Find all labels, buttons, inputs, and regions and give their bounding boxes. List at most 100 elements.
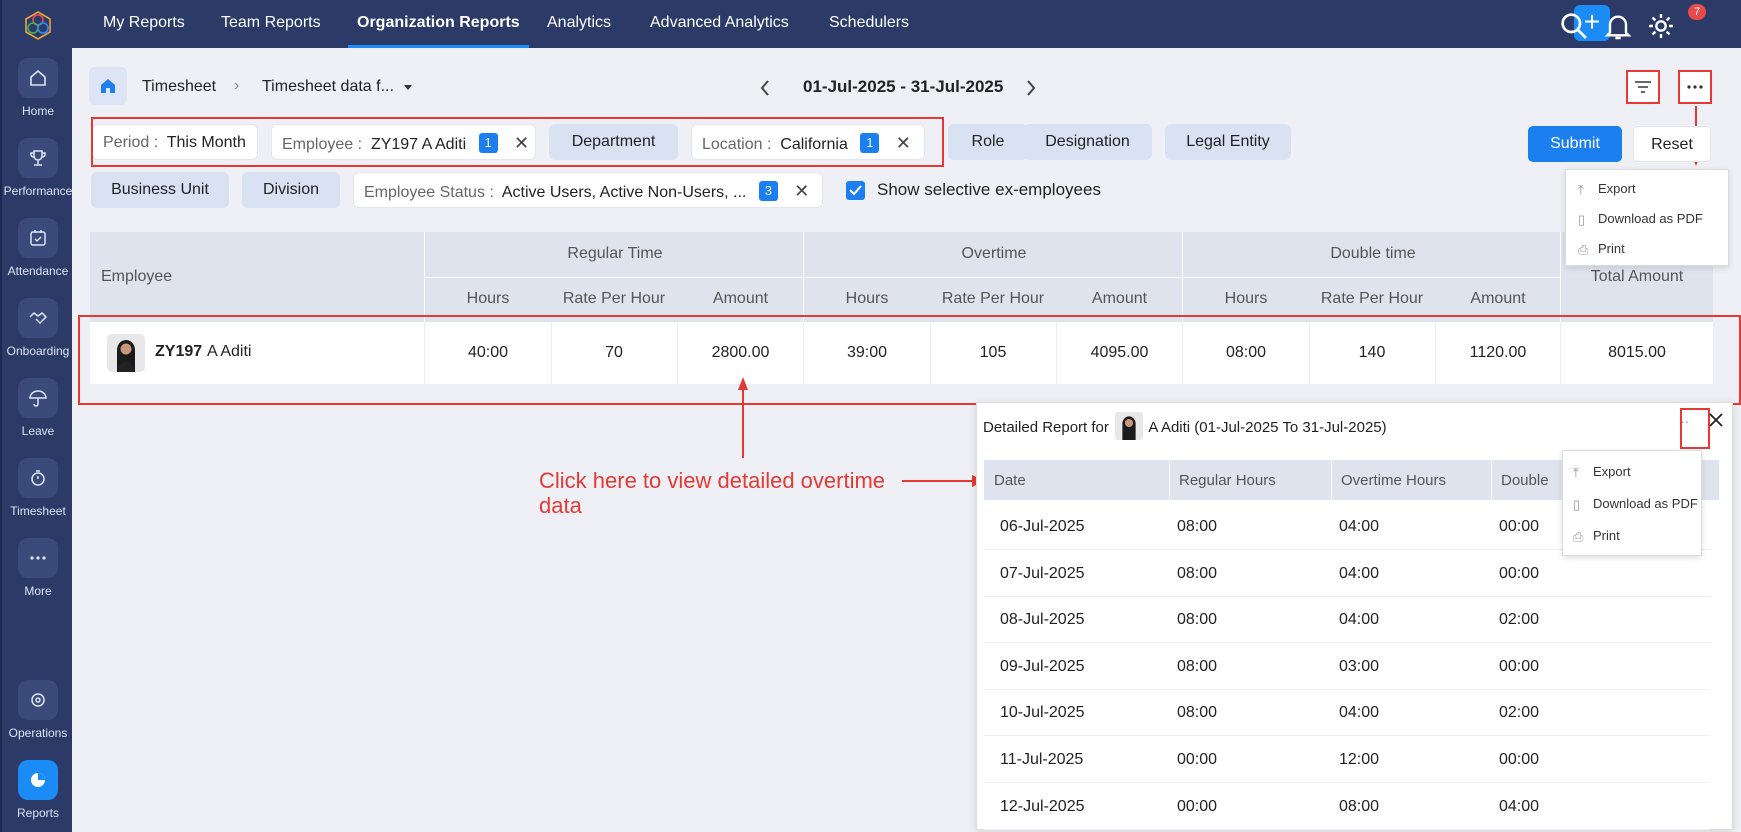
divider (1560, 232, 1561, 322)
table-cell: 00:00 (1177, 797, 1218, 815)
sidebar-item-home[interactable]: Home (2, 58, 74, 118)
sub-header-amount: Amount (1091, 290, 1148, 307)
ex-employees-checkbox[interactable] (846, 181, 865, 200)
count-badge: 3 (758, 181, 778, 201)
table-cell: 00:00 (1499, 751, 1540, 768)
breadcrumb-current[interactable]: Timesheet data f... (262, 78, 394, 96)
menu-item-print[interactable]: ⎙ Print (1573, 528, 1620, 544)
operations-icon (18, 680, 58, 720)
highlight-box (78, 315, 1741, 405)
designation-filter[interactable]: Designation (1023, 124, 1152, 160)
employee-status-filter[interactable]: Employee Status : Active Users, Active N… (353, 172, 823, 208)
table-row: 08-Jul-2025 08:00 04:00 02:00 (984, 597, 1710, 644)
table-cell: 08:00 (1177, 518, 1218, 535)
menu-item-label: Export (1593, 464, 1631, 479)
legal-entity-filter[interactable]: Legal Entity (1165, 124, 1291, 160)
close-icon[interactable]: ✕ (794, 173, 809, 207)
table-row: 07-Jul-2025 08:00 04:00 00:00 (984, 551, 1710, 597)
tab-schedulers[interactable]: Schedulers (829, 0, 909, 48)
sidebar-item-leave[interactable]: Leave (2, 378, 74, 438)
home-icon (18, 58, 58, 98)
chevron-down-icon[interactable] (403, 84, 413, 92)
gear-icon[interactable] (1645, 10, 1677, 42)
table-cell: 08:00 (1177, 704, 1218, 722)
prev-period-icon[interactable] (759, 79, 771, 97)
table-cell: 04:00 (1339, 564, 1380, 582)
sidebar-item-more[interactable]: More (2, 538, 74, 598)
table-cell: 00:00 (1499, 657, 1540, 675)
reset-button[interactable]: Reset (1633, 126, 1711, 162)
detailed-report-panel: Detailed Report for A Aditi (01-Jul-2025… (976, 402, 1733, 830)
detail-export-menu: ⤒ Export ▯ Download as PDF ⎙ Print (1562, 450, 1702, 556)
division-filter[interactable]: Division (242, 172, 340, 208)
detail-title: Detailed Report for A Aditi (01-Jul-2025… (983, 412, 1387, 440)
menu-item-download-pdf[interactable]: ▯ Download as PDF (1578, 211, 1703, 227)
filter-value: Active Users, Active Non-Users, ... (501, 184, 747, 201)
upload-icon: ⤒ (1573, 465, 1579, 480)
menu-item-label: Print (1593, 528, 1620, 543)
role-filter[interactable]: Role (948, 124, 1028, 160)
divider (1491, 460, 1492, 500)
column-header: Regular Hours (1179, 472, 1276, 489)
table-cell: 08:00 (1177, 611, 1218, 629)
breadcrumb-root[interactable]: Timesheet (142, 78, 216, 96)
sub-header-hours: Hours (1224, 290, 1268, 307)
submit-button[interactable]: Submit (1528, 126, 1622, 162)
close-icon[interactable] (1708, 412, 1724, 428)
table-cell: 00:00 (1499, 564, 1540, 582)
home-button[interactable] (89, 67, 127, 105)
next-period-icon[interactable] (1025, 79, 1037, 97)
tab-analytics[interactable]: Analytics (547, 0, 611, 48)
printer-icon: ⎙ (1573, 529, 1584, 544)
annotation-arrow (902, 475, 985, 487)
menu-item-export[interactable]: ⤒ Export (1573, 464, 1631, 480)
menu-item-label: Export (1598, 181, 1636, 196)
table-cell: 00:00 (1177, 751, 1218, 768)
table-cell: 08-Jul-2025 (1000, 611, 1085, 629)
sidebar-item-performance[interactable]: Performance (2, 138, 74, 198)
home-icon (101, 79, 115, 93)
group-header-overtime: Overtime (961, 245, 1027, 262)
table-cell: 12:00 (1339, 751, 1380, 768)
table-cell: 08:00 (1177, 564, 1218, 582)
table-header: Employee Regular Time Overtime Double ti… (90, 232, 1713, 322)
annotation-text: Click here to view detailed overtime dat… (539, 468, 886, 518)
pdf-icon: ▯ (1578, 212, 1586, 227)
sub-header-amount: Amount (712, 290, 769, 307)
menu-item-download-pdf[interactable]: ▯ Download as PDF (1573, 496, 1698, 512)
period-range: 01-Jul-2025 - 31-Jul-2025 (803, 77, 1004, 96)
tab-advanced-analytics[interactable]: Advanced Analytics (650, 0, 789, 48)
divider (1331, 460, 1332, 500)
table-cell: 11-Jul-2025 (1000, 751, 1084, 768)
sidebar-item-onboarding[interactable]: Onboarding (2, 298, 74, 358)
sidebar-item-label: Performance (3, 184, 73, 198)
tab-my-reports[interactable]: My Reports (103, 0, 185, 48)
filter-key: Employee Status : (364, 184, 494, 201)
sidebar-item-attendance[interactable]: Attendance (2, 218, 74, 278)
employee-header: Employee (101, 268, 173, 285)
sidebar-item-operations[interactable]: Operations (2, 680, 74, 740)
ex-employees-label: Show selective ex-employees (877, 180, 1101, 199)
sidebar-item-label: Operations (8, 726, 68, 740)
bell-icon[interactable] (1602, 10, 1634, 42)
sidebar-item-label: More (24, 584, 52, 598)
sidebar-item-timesheet[interactable]: Timesheet (2, 458, 74, 518)
menu-item-label: Download as PDF (1593, 496, 1698, 511)
group-header-regular: Regular Time (567, 245, 663, 262)
tab-organization-reports[interactable]: Organization Reports (348, 0, 529, 48)
sidebar-item-reports[interactable]: Reports (2, 760, 74, 820)
check-icon (849, 185, 862, 196)
app-logo[interactable] (23, 10, 53, 40)
sidebar-item-label: Home (21, 104, 54, 118)
business-unit-filter[interactable]: Business Unit (91, 172, 229, 208)
menu-item-print[interactable]: ⎙ Print (1578, 241, 1625, 257)
trophy-icon (18, 138, 58, 178)
sub-header-amount: Amount (1470, 290, 1526, 307)
tab-team-reports[interactable]: Team Reports (221, 0, 321, 48)
table-cell: 12-Jul-2025 (1000, 797, 1085, 815)
divider (425, 277, 1560, 278)
column-header: Double (1501, 472, 1549, 489)
search-icon[interactable] (1558, 10, 1590, 42)
table-cell: 02:00 (1499, 704, 1540, 722)
menu-item-export[interactable]: ⤒ Export (1578, 181, 1636, 197)
